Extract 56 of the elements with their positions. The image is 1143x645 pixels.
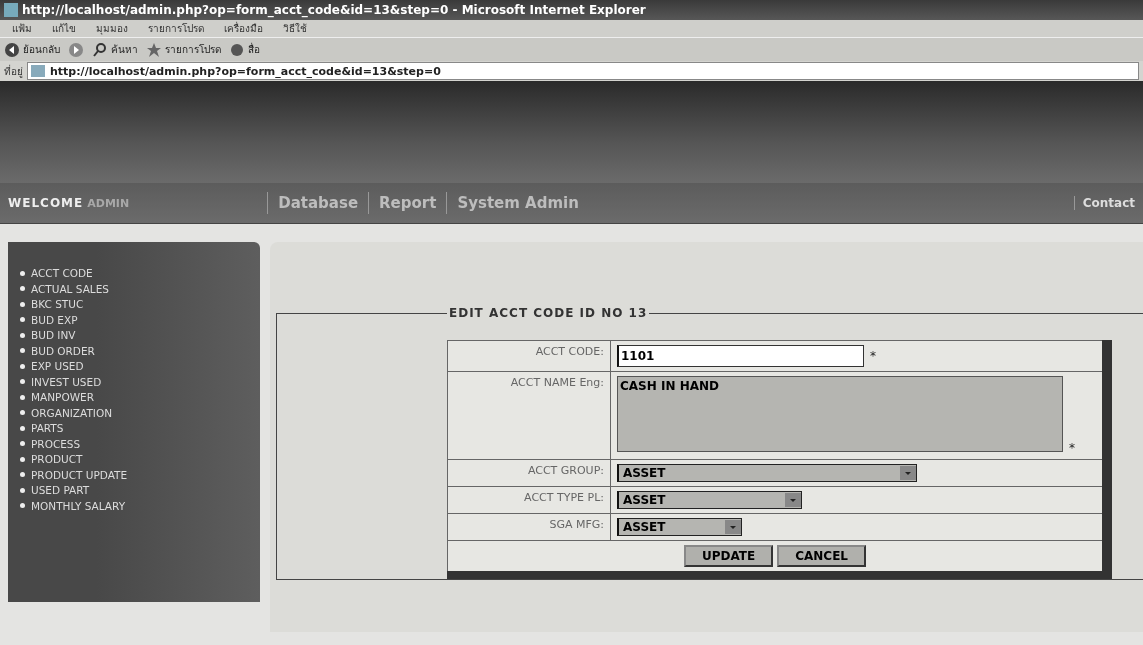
field-label: ACCT CODE: <box>534 345 604 358</box>
sidebar-item[interactable]: BKC STUC <box>20 297 260 312</box>
required-mark: * <box>1069 441 1075 455</box>
sidebar-item[interactable]: MANPOWER <box>20 390 260 405</box>
form-button[interactable]: CANCEL <box>777 545 866 567</box>
back-button[interactable]: ย้อนกลับ <box>4 41 60 58</box>
sidebar-item[interactable]: MONTHLY SALARY <box>20 498 260 513</box>
address-label: ที่อยู่ <box>4 63 23 79</box>
address-field[interactable]: http://localhost/admin.php?op=form_acct_code&id=13&step=0 <box>27 62 1139 80</box>
field-label: SGA MFG: <box>548 518 604 531</box>
sidebar-item[interactable]: ORGANIZATION <box>20 405 260 420</box>
disc-icon <box>229 41 245 58</box>
welcome-text: WELCOME <box>8 196 84 210</box>
field-label: ACCT GROUP: <box>526 464 604 477</box>
sidebar-item[interactable]: ACTUAL SALES <box>20 281 260 296</box>
text-area[interactable]: CASH IN HAND <box>617 376 1063 452</box>
sidebar-item[interactable]: BUD INV <box>20 328 260 343</box>
sidebar-item[interactable]: PRODUCT UPDATE <box>20 467 260 482</box>
sidebar-item[interactable]: USED PART <box>20 483 260 498</box>
menu-item[interactable]: มุมมอง <box>96 21 128 36</box>
form-button[interactable]: UPDATE <box>683 545 774 567</box>
text-field[interactable]: 1101 <box>617 345 864 367</box>
select-field[interactable]: ASSET <box>617 464 917 482</box>
search-icon <box>92 41 108 58</box>
sidebar-item[interactable]: PROCESS <box>20 436 260 451</box>
media-button[interactable]: สื่อ <box>229 41 260 58</box>
menu-item[interactable]: รายการโปรด <box>148 21 204 36</box>
search-button[interactable]: ค้นหา <box>92 41 138 58</box>
select-field[interactable]: ASSET <box>617 491 802 509</box>
field-label: ACCT NAME Eng: <box>509 376 604 389</box>
caret-icon <box>900 466 916 480</box>
page-icon <box>30 63 46 79</box>
star-icon <box>146 41 162 58</box>
menu-item[interactable]: แก้ไข <box>52 21 76 36</box>
user-name: ADMIN <box>87 196 131 210</box>
forward-icon[interactable] <box>68 41 84 58</box>
caret-icon <box>785 493 801 507</box>
caret-icon <box>725 520 741 534</box>
sidebar-item[interactable]: ACCT CODE <box>20 266 260 281</box>
favorites-button[interactable]: รายการโปรด <box>146 41 221 58</box>
sidebar-item[interactable]: BUD EXP <box>20 312 260 327</box>
field-label: ACCT TYPE PL: <box>523 491 604 504</box>
form-legend: EDIT ACCT CODE ID NO 13 <box>447 306 650 320</box>
required-mark: * <box>870 349 876 363</box>
sidebar-item[interactable]: PRODUCT <box>20 452 260 467</box>
contact-link[interactable]: Contact <box>1073 196 1135 210</box>
menu-item[interactable]: เครื่องมือ <box>224 21 263 36</box>
sidebar-item[interactable]: PARTS <box>20 421 260 436</box>
menu-item[interactable]: แฟ้ม <box>12 21 32 36</box>
sidebar-item[interactable]: EXP USED <box>20 359 260 374</box>
browser-icon <box>4 3 18 17</box>
select-field[interactable]: ASSET <box>617 518 742 536</box>
sidebar-item[interactable]: INVEST USED <box>20 374 260 389</box>
sidebar-item[interactable]: BUD ORDER <box>20 343 260 358</box>
window-title: http://localhost/admin.php?op=form_acct_code&id=13&step=0 - Microsoft Internet Explorer <box>22 3 646 17</box>
menu-item[interactable]: วิธีใช้ <box>283 21 307 36</box>
